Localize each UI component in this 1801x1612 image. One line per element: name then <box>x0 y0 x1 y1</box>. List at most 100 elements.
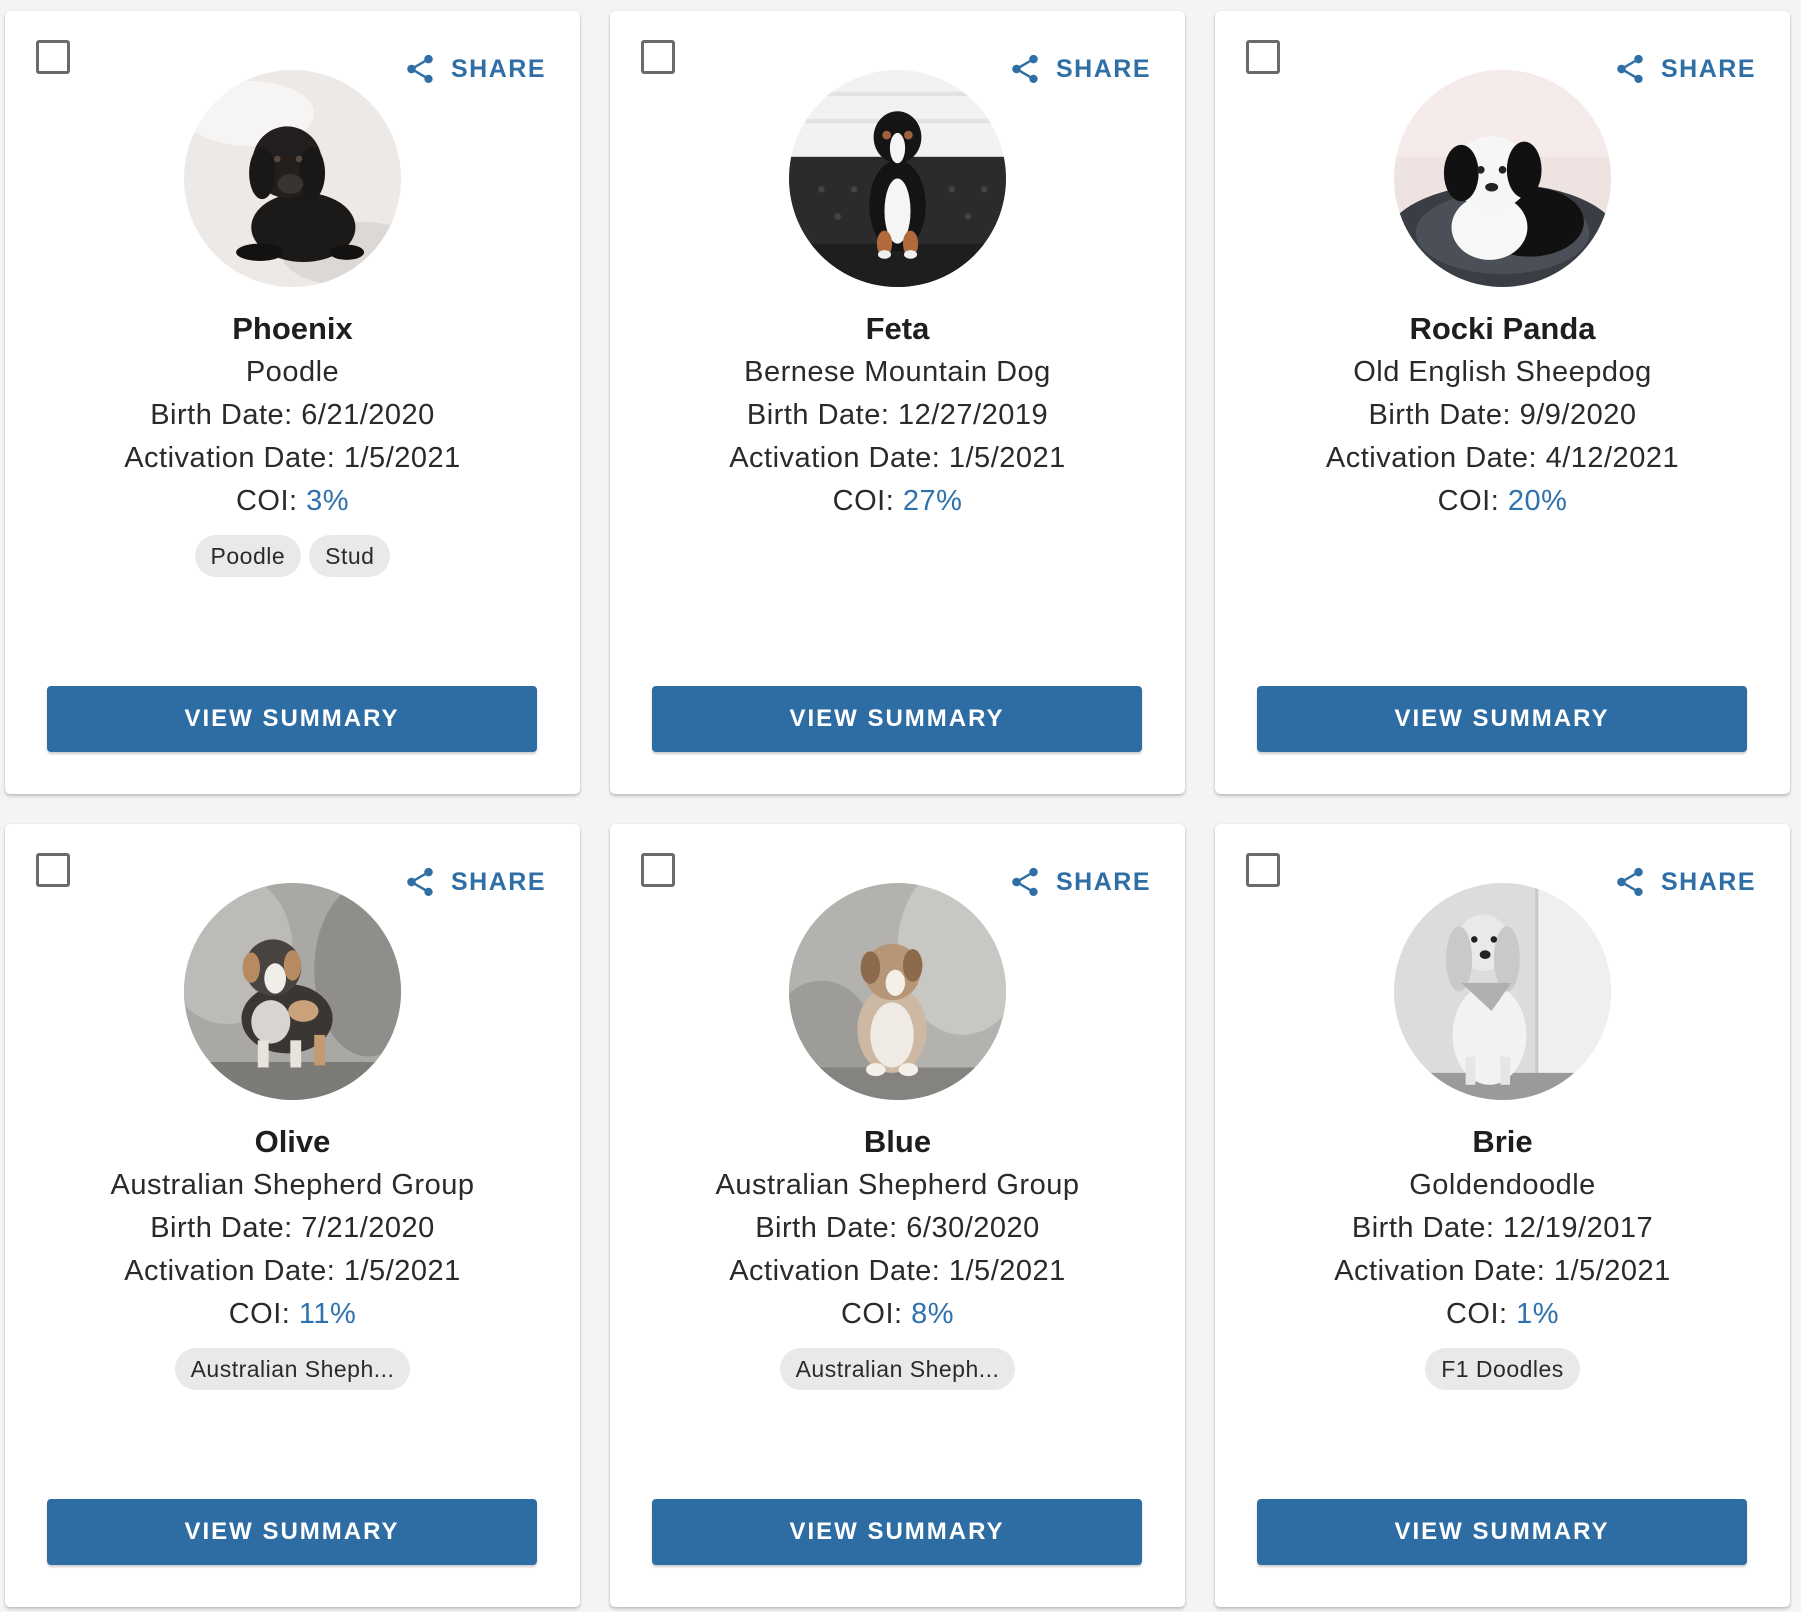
select-checkbox[interactable] <box>1246 853 1280 887</box>
tag-list: Poodle Stud <box>5 535 580 577</box>
coi: COI: 1% <box>1215 1293 1790 1336</box>
dog-card: SHARE Rocki Panda Old English Sheepdog B <box>1215 11 1790 794</box>
birth-date: Birth Date: 12/27/2019 <box>610 394 1185 437</box>
birth-date: Birth Date: 6/30/2020 <box>610 1207 1185 1250</box>
activation-date-value: 1/5/2021 <box>343 1255 461 1287</box>
poodle-photo <box>184 70 401 287</box>
coi-value: 20% <box>1507 485 1568 517</box>
share-label: SHARE <box>450 867 546 896</box>
dog-name: Olive <box>254 1124 331 1159</box>
coi-label: COI: <box>1445 1298 1517 1330</box>
dog-breed: Poodle <box>245 356 340 388</box>
birth-date: Birth Date: 9/9/2020 <box>1215 394 1790 437</box>
share-icon <box>1012 867 1038 897</box>
activation-date-label: Activation Date: <box>729 1255 949 1287</box>
share-icon <box>1617 54 1643 84</box>
birth-date-label: Birth Date: <box>150 1212 302 1244</box>
coi-value: 27% <box>902 485 963 517</box>
coi-value: 1% <box>1516 1298 1560 1330</box>
goldendoodle-photo <box>1394 883 1611 1100</box>
dog-info: Phoenix Poodle Birth Date: 6/21/2020 Act… <box>5 307 580 577</box>
dog-breed: Bernese Mountain Dog <box>744 356 1051 388</box>
activation-date-label: Activation Date: <box>1334 1255 1554 1287</box>
select-checkbox[interactable] <box>36 40 70 74</box>
tag-chip[interactable]: Australian Sheph... <box>174 1348 411 1390</box>
dog-breed: Australian Shepherd Group <box>715 1169 1080 1201</box>
share-label: SHARE <box>1055 54 1151 83</box>
tag-chip[interactable]: Poodle <box>194 535 302 577</box>
birth-date-value: 12/19/2017 <box>1502 1212 1654 1244</box>
dog-card: SHARE Feta Bernese Mountain Dog Birth Da… <box>610 11 1185 794</box>
view-summary-button[interactable]: VIEW SUMMARY <box>1257 686 1747 752</box>
tag-chip[interactable]: Australian Sheph... <box>779 1348 1016 1390</box>
dog-info: Rocki Panda Old English Sheepdog Birth D… <box>1215 307 1790 523</box>
dog-photo <box>184 70 401 287</box>
coi-label: COI: <box>840 1298 912 1330</box>
birth-date-value: 9/9/2020 <box>1519 399 1637 431</box>
dog-photo <box>1394 70 1611 287</box>
activation-date: Activation Date: 1/5/2021 <box>610 437 1185 480</box>
coi: COI: 11% <box>5 1293 580 1336</box>
tag-list: F1 Doodles <box>1215 1348 1790 1390</box>
view-summary-button[interactable]: VIEW SUMMARY <box>652 686 1142 752</box>
tag-chip[interactable]: Stud <box>309 535 391 577</box>
coi-label: COI: <box>228 1298 299 1330</box>
coi-label: COI: <box>235 485 307 517</box>
birth-date-value: 12/27/2019 <box>897 399 1049 431</box>
dog-name: Rocki Panda <box>1409 311 1596 346</box>
activation-date-value: 4/12/2021 <box>1545 442 1680 474</box>
birth-date-label: Birth Date: <box>1351 1212 1503 1244</box>
view-summary-button[interactable]: VIEW SUMMARY <box>47 1499 537 1565</box>
share-button[interactable]: SHARE <box>403 45 546 93</box>
bernese-photo <box>789 70 1006 287</box>
dog-info: Brie Goldendoodle Birth Date: 12/19/2017… <box>1215 1120 1790 1390</box>
activation-date-label: Activation Date: <box>729 442 949 474</box>
birth-date: Birth Date: 6/21/2020 <box>5 394 580 437</box>
dog-breed: Australian Shepherd Group <box>110 1169 475 1201</box>
dog-info: Feta Bernese Mountain Dog Birth Date: 12… <box>610 307 1185 523</box>
dog-card: SHARE Blue Australian Shepherd Group Bir <box>610 824 1185 1607</box>
activation-date: Activation Date: 1/5/2021 <box>5 437 580 480</box>
dog-breed: Goldendoodle <box>1409 1169 1596 1201</box>
birth-date-value: 7/21/2020 <box>301 1212 435 1244</box>
dog-name: Blue <box>863 1124 932 1159</box>
dog-photo <box>789 70 1006 287</box>
view-summary-button[interactable]: VIEW SUMMARY <box>1257 1499 1747 1565</box>
coi: COI: 20% <box>1215 480 1790 523</box>
activation-date: Activation Date: 1/5/2021 <box>1215 1250 1790 1293</box>
share-label: SHARE <box>450 54 546 83</box>
view-summary-button[interactable]: VIEW SUMMARY <box>47 686 537 752</box>
birth-date-label: Birth Date: <box>746 399 898 431</box>
dog-breed: Old English Sheepdog <box>1353 356 1652 388</box>
dog-name: Phoenix <box>232 311 353 346</box>
select-checkbox[interactable] <box>1246 40 1280 74</box>
dog-photo <box>184 883 401 1100</box>
dog-info: Olive Australian Shepherd Group Birth Da… <box>5 1120 580 1390</box>
australian-shepherd-sitting-photo <box>789 883 1006 1100</box>
view-summary-button[interactable]: VIEW SUMMARY <box>652 1499 1142 1565</box>
activation-date: Activation Date: 1/5/2021 <box>5 1250 580 1293</box>
share-button[interactable]: SHARE <box>1613 858 1756 906</box>
tag-chip[interactable]: F1 Doodles <box>1425 1348 1580 1390</box>
coi: COI: 3% <box>5 480 580 523</box>
select-checkbox[interactable] <box>36 853 70 887</box>
dog-info: Blue Australian Shepherd Group Birth Dat… <box>610 1120 1185 1390</box>
share-label: SHARE <box>1055 867 1151 896</box>
activation-date-label: Activation Date: <box>124 1255 344 1287</box>
birth-date: Birth Date: 7/21/2020 <box>5 1207 580 1250</box>
share-button[interactable]: SHARE <box>1613 45 1756 93</box>
birth-date-value: 6/30/2020 <box>906 1212 1040 1244</box>
share-icon <box>407 867 433 897</box>
dog-card: SHARE Brie Goldendoodle Birth Date: 12/1… <box>1215 824 1790 1607</box>
activation-date-label: Activation Date: <box>1325 442 1546 474</box>
activation-date-value: 1/5/2021 <box>948 442 1066 474</box>
share-button[interactable]: SHARE <box>403 858 546 906</box>
share-button[interactable]: SHARE <box>1008 858 1151 906</box>
activation-date-value: 1/5/2021 <box>1553 1255 1671 1287</box>
select-checkbox[interactable] <box>641 853 675 887</box>
select-checkbox[interactable] <box>641 40 675 74</box>
share-button[interactable]: SHARE <box>1008 45 1151 93</box>
activation-date-value: 1/5/2021 <box>948 1255 1066 1287</box>
share-label: SHARE <box>1660 54 1756 83</box>
tag-list: Australian Sheph... <box>5 1348 580 1390</box>
